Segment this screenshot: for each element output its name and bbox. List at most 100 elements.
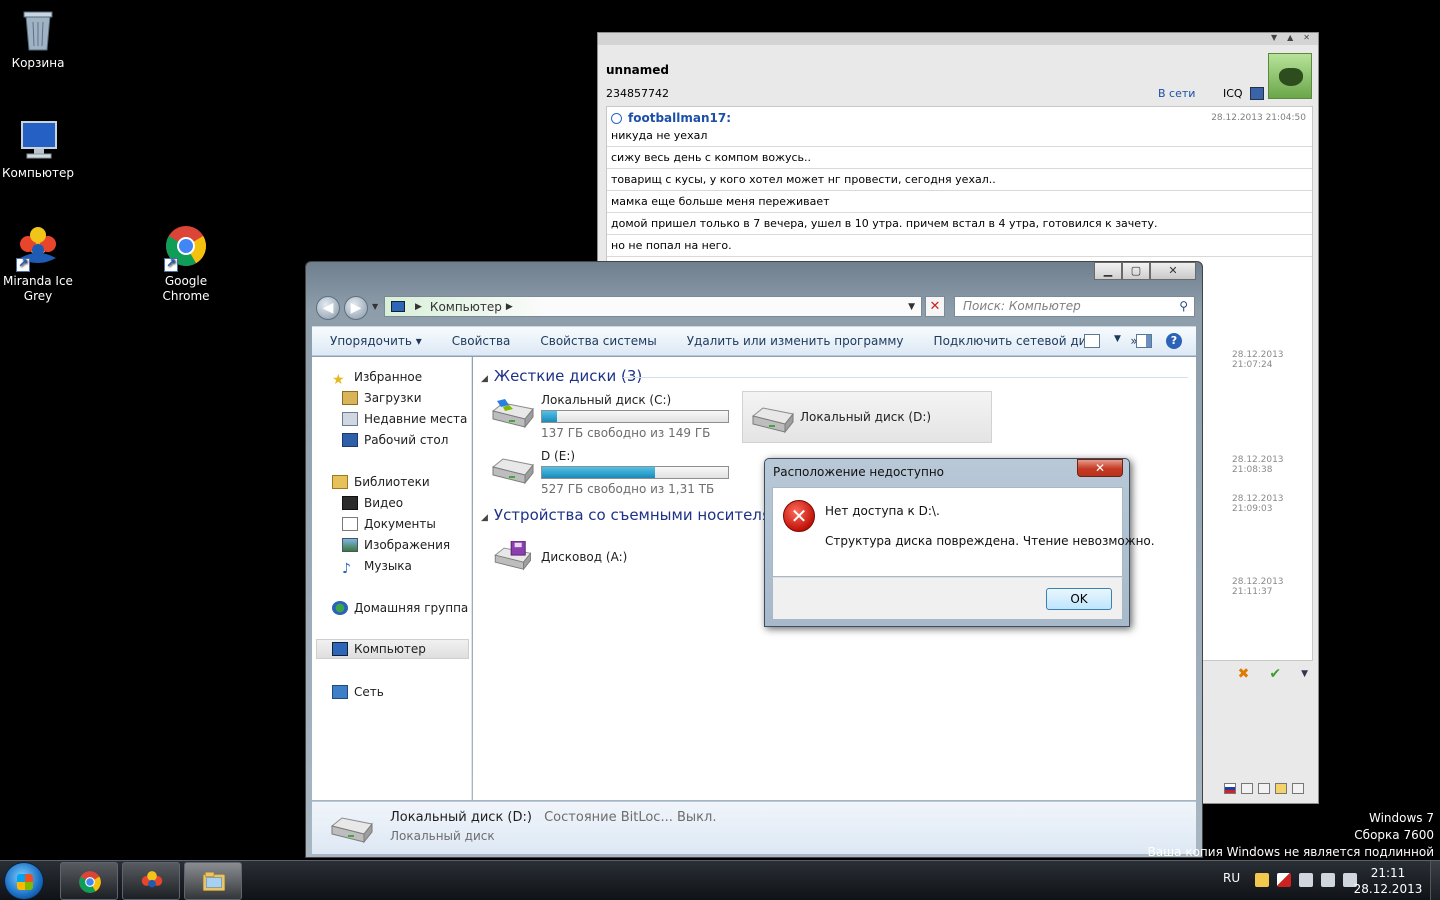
nav-network[interactable]: Сеть: [332, 682, 384, 702]
properties-button[interactable]: Свойства: [452, 334, 511, 348]
nav-favorites[interactable]: ★ Избранное: [332, 367, 422, 388]
uninstall-program-button[interactable]: Удалить или изменить программу: [687, 334, 904, 348]
drive-name: Локальный диск (C:): [541, 393, 672, 407]
nav-libraries[interactable]: Библиотеки: [332, 472, 430, 492]
desktop-icon-recycle-bin[interactable]: Корзина: [0, 6, 76, 71]
system-properties-button[interactable]: Свойства системы: [540, 334, 656, 348]
collapse-triangle-icon[interactable]: ◢: [481, 374, 488, 384]
taskbar-miranda[interactable]: [122, 862, 180, 900]
nav-video[interactable]: Видео: [342, 493, 403, 513]
error-dialog: Расположение недоступно ✕ ✕ Нет доступа …: [764, 458, 1155, 627]
nav-recent-places[interactable]: Недавние места: [342, 409, 467, 429]
nav-computer[interactable]: Компьютер: [316, 639, 469, 659]
preview-pane-icon[interactable]: [1136, 334, 1152, 348]
checkmark-icon[interactable]: ✔: [1269, 666, 1281, 682]
russian-flag-icon[interactable]: [1224, 783, 1236, 794]
breadcrumb-arrow-icon[interactable]: ▶: [506, 302, 513, 312]
contact-status[interactable]: В сети: [1158, 87, 1195, 100]
start-button[interactable]: [4, 862, 44, 900]
desktop-icon-computer[interactable]: Компьютер: [0, 116, 76, 181]
pencil-icon[interactable]: [1275, 783, 1287, 794]
dialog-close-button[interactable]: ✕: [1077, 459, 1123, 477]
message-line: товарищ с кусы, у кого хотел может нг пр…: [607, 169, 1312, 191]
desktop-icon-label: Корзина: [11, 56, 65, 70]
message-timestamp: 28.12.2013 21:11:37: [1232, 577, 1284, 597]
search-icon[interactable]: ⚲: [1179, 297, 1188, 316]
display-icon[interactable]: [1299, 873, 1313, 887]
language-indicator[interactable]: RU: [1223, 871, 1240, 885]
chevron-down-icon[interactable]: ▼: [1301, 666, 1308, 682]
chrome-icon: [79, 871, 101, 893]
sound-icon[interactable]: [1258, 783, 1270, 794]
search-input[interactable]: Поиск: Компьютер ⚲: [954, 296, 1195, 317]
cancel-icon[interactable]: ✖: [1238, 666, 1250, 682]
nav-documents[interactable]: Документы: [342, 514, 436, 534]
ok-button[interactable]: OK: [1046, 588, 1112, 610]
drive-a[interactable]: Дисковод (A:): [489, 533, 739, 583]
contact-card-icon[interactable]: [1241, 783, 1253, 794]
pictures-icon: [342, 538, 358, 552]
network-tray-icon[interactable]: [1321, 873, 1335, 887]
windows-watermark: Windows 7 Сборка 7600 Ваша копия Windows…: [1148, 810, 1434, 861]
maximize-arrow-icon[interactable]: ▲: [1287, 33, 1293, 45]
breadcrumb-arrow-icon[interactable]: ▶: [415, 302, 422, 312]
minimize-arrow-icon[interactable]: ▼: [1271, 33, 1277, 45]
breadcrumb-computer[interactable]: Компьютер: [430, 300, 502, 314]
nav-homegroup[interactable]: Домашняя группа: [332, 598, 468, 618]
miranda-tray-icon[interactable]: [1255, 873, 1269, 887]
desktop-icon-chrome[interactable]: Google Chrome: [148, 224, 224, 304]
protocol-label: ICQ: [1223, 87, 1243, 100]
action-center-flag-icon[interactable]: [1277, 873, 1291, 887]
change-view-icon[interactable]: [1084, 334, 1100, 348]
back-button[interactable]: ◀: [316, 296, 340, 320]
minimize-button[interactable]: ▁: [1094, 262, 1122, 280]
hard-drive-icon: [330, 817, 373, 844]
message-line: никуда не уехал: [607, 125, 1312, 147]
taskbar-chrome[interactable]: [60, 862, 118, 900]
libraries-icon: [332, 475, 348, 489]
downloads-folder-icon: [342, 391, 358, 405]
nav-downloads[interactable]: Загрузки: [342, 388, 422, 408]
miranda-flower-icon: [14, 224, 62, 272]
desktop-icon-label: Google Chrome: [162, 274, 210, 303]
desktop-icon-miranda[interactable]: Miranda Ice Grey: [0, 224, 76, 304]
show-desktop-button[interactable]: [1430, 861, 1440, 900]
taskbar-explorer[interactable]: [184, 862, 242, 900]
navigation-pane: ★ Избранное Загрузки Недавние места Рабо…: [312, 357, 472, 800]
drive-free-space: 527 ГБ свободно из 1,31 ТБ: [541, 482, 715, 496]
star-icon: ★: [332, 372, 345, 388]
computer-icon: [391, 301, 405, 312]
recent-pages-chevron-icon[interactable]: ▼: [372, 302, 378, 311]
forward-button[interactable]: ▶: [344, 296, 368, 320]
nav-music[interactable]: ♪ Музыка: [342, 556, 412, 577]
organize-button[interactable]: Упорядочить ▾: [330, 334, 422, 348]
close-icon[interactable]: ✕: [1303, 33, 1310, 45]
address-clear-button[interactable]: ✕: [925, 296, 945, 317]
map-network-drive-button[interactable]: Подключить сетевой диск: [934, 334, 1101, 348]
drive-d[interactable]: Локальный диск (D:): [742, 391, 992, 443]
group-hard-disks[interactable]: ◢ Жесткие диски (3): [481, 367, 642, 385]
chevron-down-icon[interactable]: ▼: [1114, 334, 1122, 348]
desktop: Корзина Компьютер Miranda Ice Grey Googl…: [0, 0, 1440, 900]
contact-name: unnamed: [606, 63, 669, 77]
close-button[interactable]: ✕: [1150, 262, 1196, 280]
nav-pictures[interactable]: Изображения: [342, 535, 450, 555]
drive-usage-bar: [541, 410, 729, 423]
drive-usage-fill: [542, 467, 656, 478]
network-icon: [332, 685, 348, 699]
help-icon[interactable]: ?: [1166, 333, 1182, 349]
drive-name: D (E:): [541, 449, 576, 463]
icq-protocol-icon[interactable]: [1250, 87, 1264, 100]
drive-c[interactable]: Локальный диск (C:) 137 ГБ свободно из 1…: [489, 393, 739, 443]
taskbar-clock[interactable]: 21:11 28.12.2013: [1352, 865, 1424, 897]
maximize-button[interactable]: ▢: [1122, 262, 1150, 280]
collapse-triangle-icon[interactable]: ◢: [481, 513, 488, 523]
watermark-os: Windows 7: [1368, 811, 1434, 825]
history-icon[interactable]: [1292, 783, 1304, 794]
clock-date: 28.12.2013: [1353, 882, 1423, 896]
nav-desktop[interactable]: Рабочий стол: [342, 430, 448, 450]
chevron-down-icon[interactable]: ▼: [908, 302, 915, 312]
group-removable[interactable]: ◢ Устройства со съемными носителями: [481, 506, 792, 524]
drive-e[interactable]: D (E:) 527 ГБ свободно из 1,31 ТБ: [489, 449, 739, 499]
address-bar[interactable]: ▶ Компьютер ▶ ▼: [384, 296, 922, 317]
